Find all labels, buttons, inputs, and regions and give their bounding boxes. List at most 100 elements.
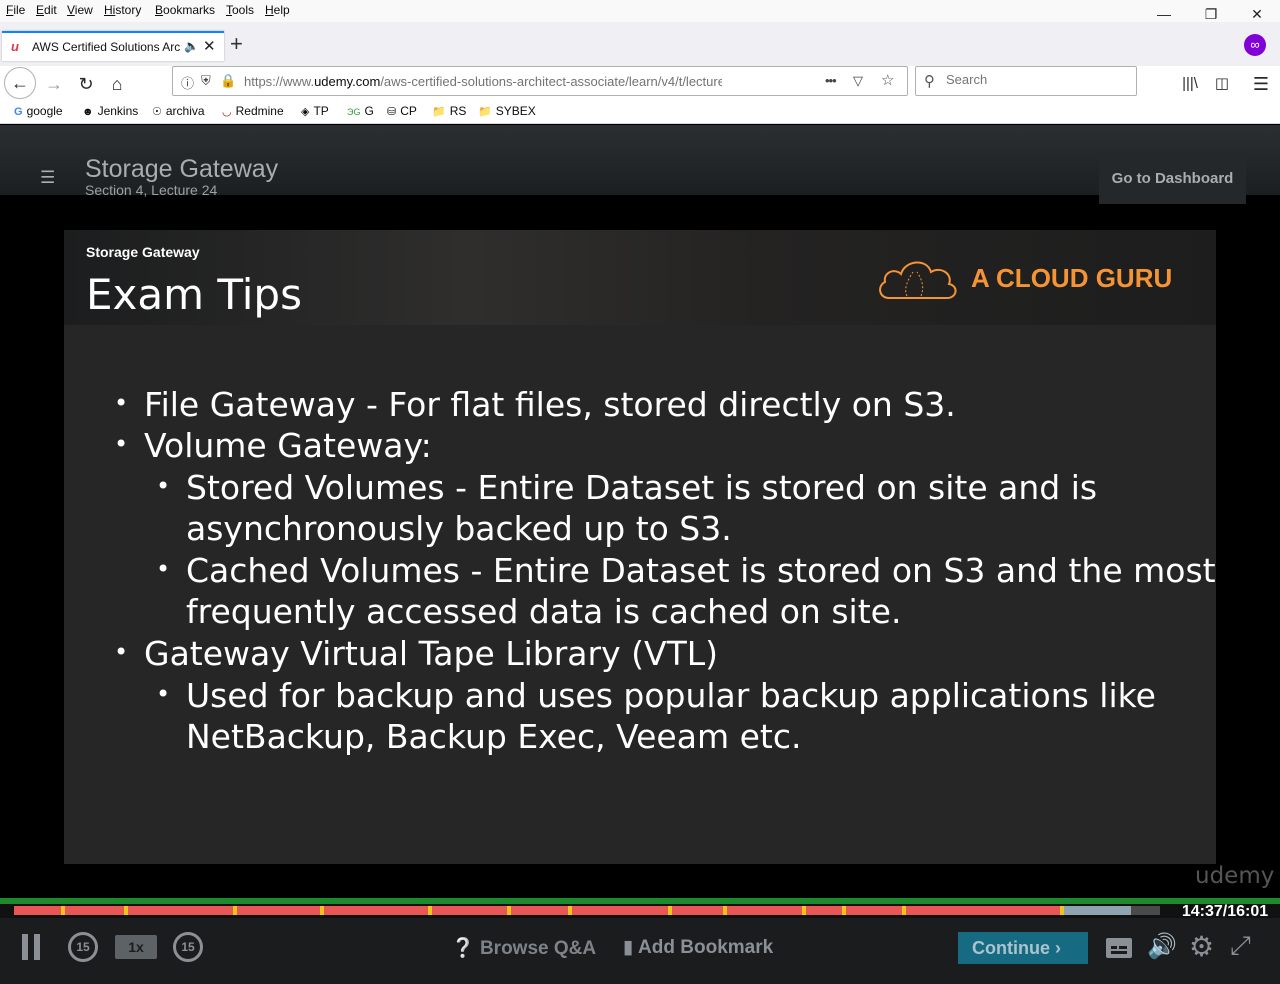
bookmark-jenkins[interactable]: ☻ Jenkins (82, 104, 138, 118)
bookmark-tick[interactable] (428, 906, 432, 915)
menu-edit[interactable]: Edit (36, 3, 57, 17)
tab-udemy[interactable]: u AWS Certified Solutions Arc 🔈 ✕ (2, 31, 224, 61)
hamburger-menu-icon[interactable]: ☰ (1246, 69, 1276, 99)
sub-bullet-dot: • (156, 555, 171, 583)
bookmark-tick[interactable] (320, 906, 324, 915)
bookmark-tp[interactable]: ◈ TP (301, 104, 329, 118)
rewind-15-button[interactable]: 15 (68, 932, 98, 962)
sub-bullet-dot: • (156, 472, 171, 500)
bullet-line: asynchronously backed up to S3. (186, 509, 732, 548)
lecture-subtitle: Section 4, Lecture 24 (85, 182, 218, 198)
volume-icon[interactable]: 🔊 (1147, 932, 1177, 961)
pause-button[interactable] (20, 934, 42, 960)
bookmark-tick[interactable] (568, 906, 572, 915)
menu-view[interactable]: View (67, 3, 93, 17)
slide-header: Storage Gateway Exam Tips A CLOUD GURU (64, 230, 1216, 325)
lock-icon[interactable]: 🔒 (220, 73, 236, 89)
g-icon: ЭG (347, 107, 361, 117)
bookmark-g[interactable]: ЭG G (347, 104, 374, 118)
bookmark-sybex[interactable]: 📁 SYBEX (478, 104, 536, 118)
tp-icon: ◈ (301, 106, 310, 118)
forward-icon[interactable]: → (39, 69, 69, 99)
go-to-dashboard-button[interactable]: Go to Dashboard (1099, 154, 1246, 204)
slide-title: Exam Tips (86, 270, 302, 319)
captions-icon[interactable] (1106, 938, 1132, 958)
menu-history[interactable]: History (104, 3, 141, 17)
browse-qa-label: Browse Q&A (479, 938, 597, 959)
search-bar[interactable]: ⚲ (915, 66, 1137, 96)
question-icon: ❔ (451, 938, 475, 959)
settings-gear-icon[interactable]: ⚙ (1189, 930, 1214, 963)
progress-bar[interactable]: 14:37/16:01 (0, 898, 1280, 920)
caption-line (1111, 946, 1117, 949)
bookmark-google[interactable]: Ggoogle (14, 104, 63, 118)
bookmark-rs[interactable]: 📁 RS (432, 104, 466, 118)
bookmarks-toolbar: Ggoogle ☻ Jenkins ☉ archiva ◡ Redmine ◈ TP Э… (0, 100, 1280, 124)
progress-top-strip (0, 898, 1280, 904)
continue-button[interactable]: Continue › (958, 932, 1088, 964)
add-bookmark-label: Add Bookmark (638, 937, 774, 958)
tab-title: AWS Certified Solutions Arc (32, 40, 181, 54)
bookmark-tick[interactable] (233, 906, 237, 915)
pause-bar (34, 934, 40, 960)
bullet-dot: • (114, 638, 129, 666)
bookmark-tick[interactable] (124, 906, 128, 915)
lecture-header: ☰ Storage Gateway Section 4, Lecture 24 … (0, 125, 1280, 204)
bookmark-redmine[interactable]: ◡ Redmine (222, 104, 284, 118)
back-icon[interactable]: ← (4, 67, 36, 99)
home-icon[interactable]: ⌂ (102, 69, 132, 99)
reload-icon[interactable]: ↻ (71, 69, 101, 99)
private-browsing-icon: ∞ (1244, 34, 1266, 56)
cp-icon: ⛁ (387, 106, 397, 118)
sub-bullet-dot: • (156, 680, 171, 708)
bookmark-tick[interactable] (668, 906, 672, 915)
lecture-title: Storage Gateway (85, 155, 279, 183)
continue-label: Continue (972, 938, 1050, 958)
menu-bar: File Edit View History Bookmarks Tools H… (0, 0, 1280, 22)
info-icon[interactable]: ⓘ (181, 73, 194, 92)
tab-bar: u AWS Certified Solutions Arc 🔈 ✕ + ∞ (0, 22, 1280, 66)
speaker-icon[interactable]: 🔈 (184, 39, 199, 53)
bullet-line: frequently accessed data is cached on si… (186, 592, 902, 631)
bookmark-tick[interactable] (61, 906, 65, 915)
menu-file[interactable]: File (6, 3, 25, 17)
chevron-right-icon: › (1055, 938, 1062, 958)
page-actions-icon[interactable]: ••• (825, 73, 837, 88)
bookmark-tick[interactable] (902, 906, 906, 915)
bookmark-archiva[interactable]: ☉ archiva (152, 104, 205, 118)
shield-icon[interactable]: ⛨ (201, 73, 211, 89)
bookmark-tick[interactable] (507, 906, 511, 915)
archiva-icon: ☉ (152, 106, 162, 118)
add-bookmark-button[interactable]: ▮ Add Bookmark (623, 936, 773, 959)
url-text[interactable]: https://www.udemy.com/aws-certified-solu… (244, 74, 722, 89)
slide: Storage Gateway Exam Tips A CLOUD GURU •… (64, 230, 1216, 864)
bookmark-cp[interactable]: ⛁ CP (387, 104, 417, 118)
menu-help[interactable]: Help (265, 3, 290, 17)
bookmark-tick[interactable] (723, 906, 727, 915)
pocket-icon[interactable]: ▽ (853, 73, 863, 89)
sidebar-icon[interactable]: ◫ (1207, 69, 1237, 99)
url-bar[interactable]: ⓘ ⛨ 🔒 https://www.udemy.com/aws-certifie… (172, 66, 908, 96)
caption-line (1111, 951, 1127, 954)
menu-bookmarks[interactable]: Bookmarks (155, 3, 215, 17)
menu-tools[interactable]: Tools (226, 3, 254, 17)
bullet-line: Stored Volumes - Entire Dataset is store… (186, 468, 1098, 507)
playback-speed-button[interactable]: 1x (115, 935, 157, 959)
bookmark-icon: ▮ (623, 937, 634, 958)
close-tab-icon[interactable]: ✕ (203, 37, 216, 55)
navigation-bar: ← → ↻ ⌂ ⓘ ⛨ 🔒 https://www.udemy.com/aws-… (0, 66, 1280, 100)
bookmark-tick[interactable] (802, 906, 806, 915)
curriculum-menu-icon[interactable]: ☰ (40, 168, 55, 188)
star-icon[interactable]: ☆ (881, 71, 894, 89)
bookmark-tick[interactable] (1060, 906, 1064, 915)
fullscreen-icon[interactable]: ⤢ (1230, 930, 1251, 962)
new-tab-icon[interactable]: + (230, 31, 243, 57)
bullet-dot: • (114, 389, 129, 417)
bullet-line: Cached Volumes - Entire Dataset is store… (186, 551, 1216, 590)
browse-qa-button[interactable]: ❔ Browse Q&A (451, 936, 596, 960)
forward-15-button[interactable]: 15 (173, 932, 203, 962)
library-icon[interactable]: |||\ (1175, 69, 1205, 99)
bookmark-tick[interactable] (842, 906, 846, 915)
udemy-icon: u (11, 39, 19, 54)
search-input[interactable] (946, 72, 1126, 87)
